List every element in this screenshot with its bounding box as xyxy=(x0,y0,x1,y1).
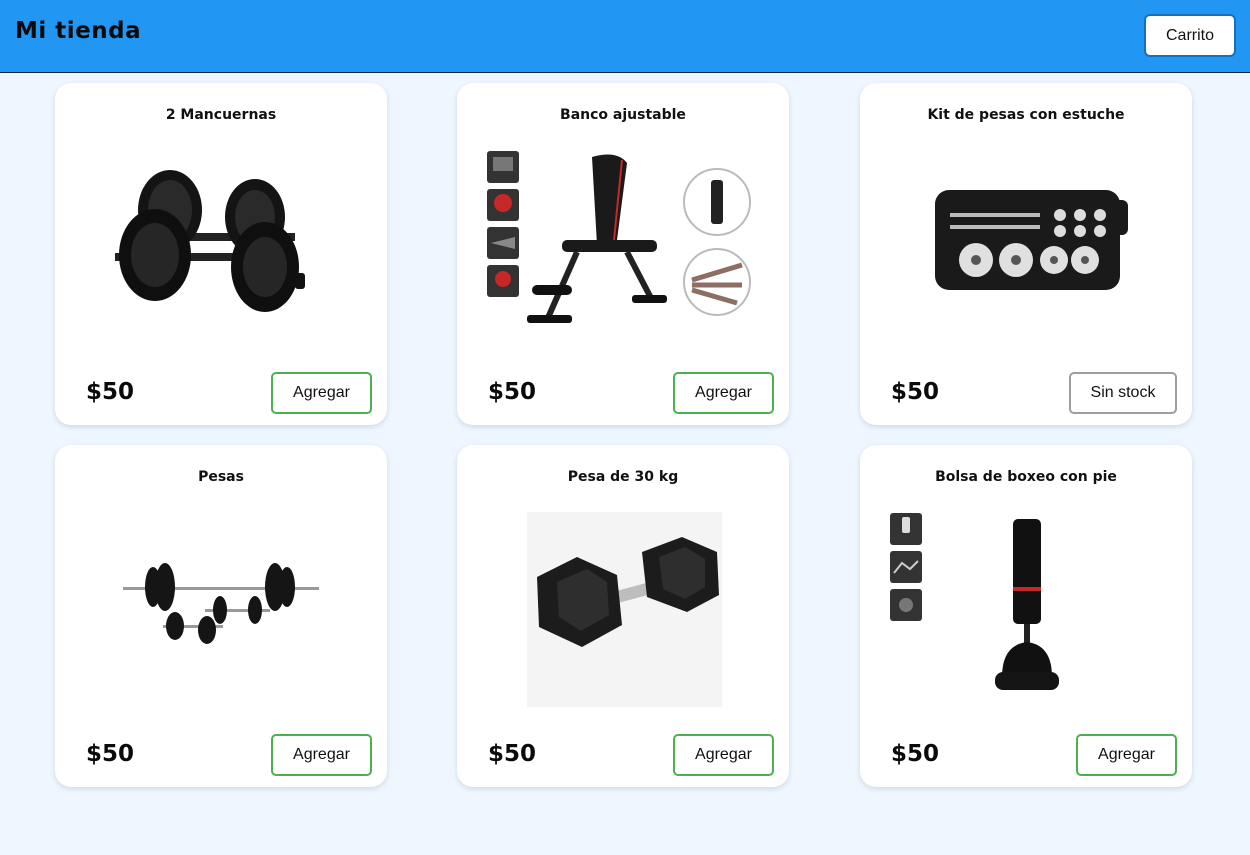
product-price: $50 xyxy=(488,741,537,767)
product-price: $50 xyxy=(86,379,135,405)
product-card: 2 Mancuernas $50 Agregar xyxy=(55,83,387,425)
brand-title: Mi tienda xyxy=(15,18,142,44)
product-title: Pesa de 30 kg xyxy=(567,469,679,485)
product-price: $50 xyxy=(488,379,537,405)
dumbbells-pair-icon xyxy=(75,145,367,350)
add-to-cart-button[interactable]: Agregar xyxy=(1076,734,1177,776)
adjustable-bench-icon xyxy=(477,145,769,350)
hex-dumbbell-icon xyxy=(477,507,769,712)
product-card: Kit de pesas con estuche $50 Sin stock xyxy=(860,83,1192,425)
out-of-stock-button[interactable]: Sin stock xyxy=(1069,372,1177,414)
product-price: $50 xyxy=(891,379,940,405)
barbell-set-icon xyxy=(75,507,367,712)
product-card: Bolsa de boxeo con pie $50 Agregar xyxy=(860,445,1192,787)
product-card: Pesas $50 Agregar xyxy=(55,445,387,787)
product-title: Bolsa de boxeo con pie xyxy=(935,469,1117,485)
weight-kit-case-icon xyxy=(880,145,1172,350)
product-title: Pesas xyxy=(198,469,244,485)
add-to-cart-button[interactable]: Agregar xyxy=(271,372,372,414)
top-bar: Mi tienda Carrito xyxy=(0,0,1250,73)
product-price: $50 xyxy=(891,741,940,767)
product-title: 2 Mancuernas xyxy=(165,107,277,123)
add-to-cart-button[interactable]: Agregar xyxy=(271,734,372,776)
add-to-cart-button[interactable]: Agregar xyxy=(673,734,774,776)
product-title: Kit de pesas con estuche xyxy=(927,107,1125,123)
product-card: Pesa de 30 kg $50 Agregar xyxy=(457,445,789,787)
product-title: Banco ajustable xyxy=(560,107,686,123)
product-price: $50 xyxy=(86,741,135,767)
add-to-cart-button[interactable]: Agregar xyxy=(673,372,774,414)
product-card: Banco ajustable $50 Agregar xyxy=(457,83,789,425)
cart-button[interactable]: Carrito xyxy=(1144,14,1236,57)
punching-bag-icon xyxy=(880,507,1172,712)
